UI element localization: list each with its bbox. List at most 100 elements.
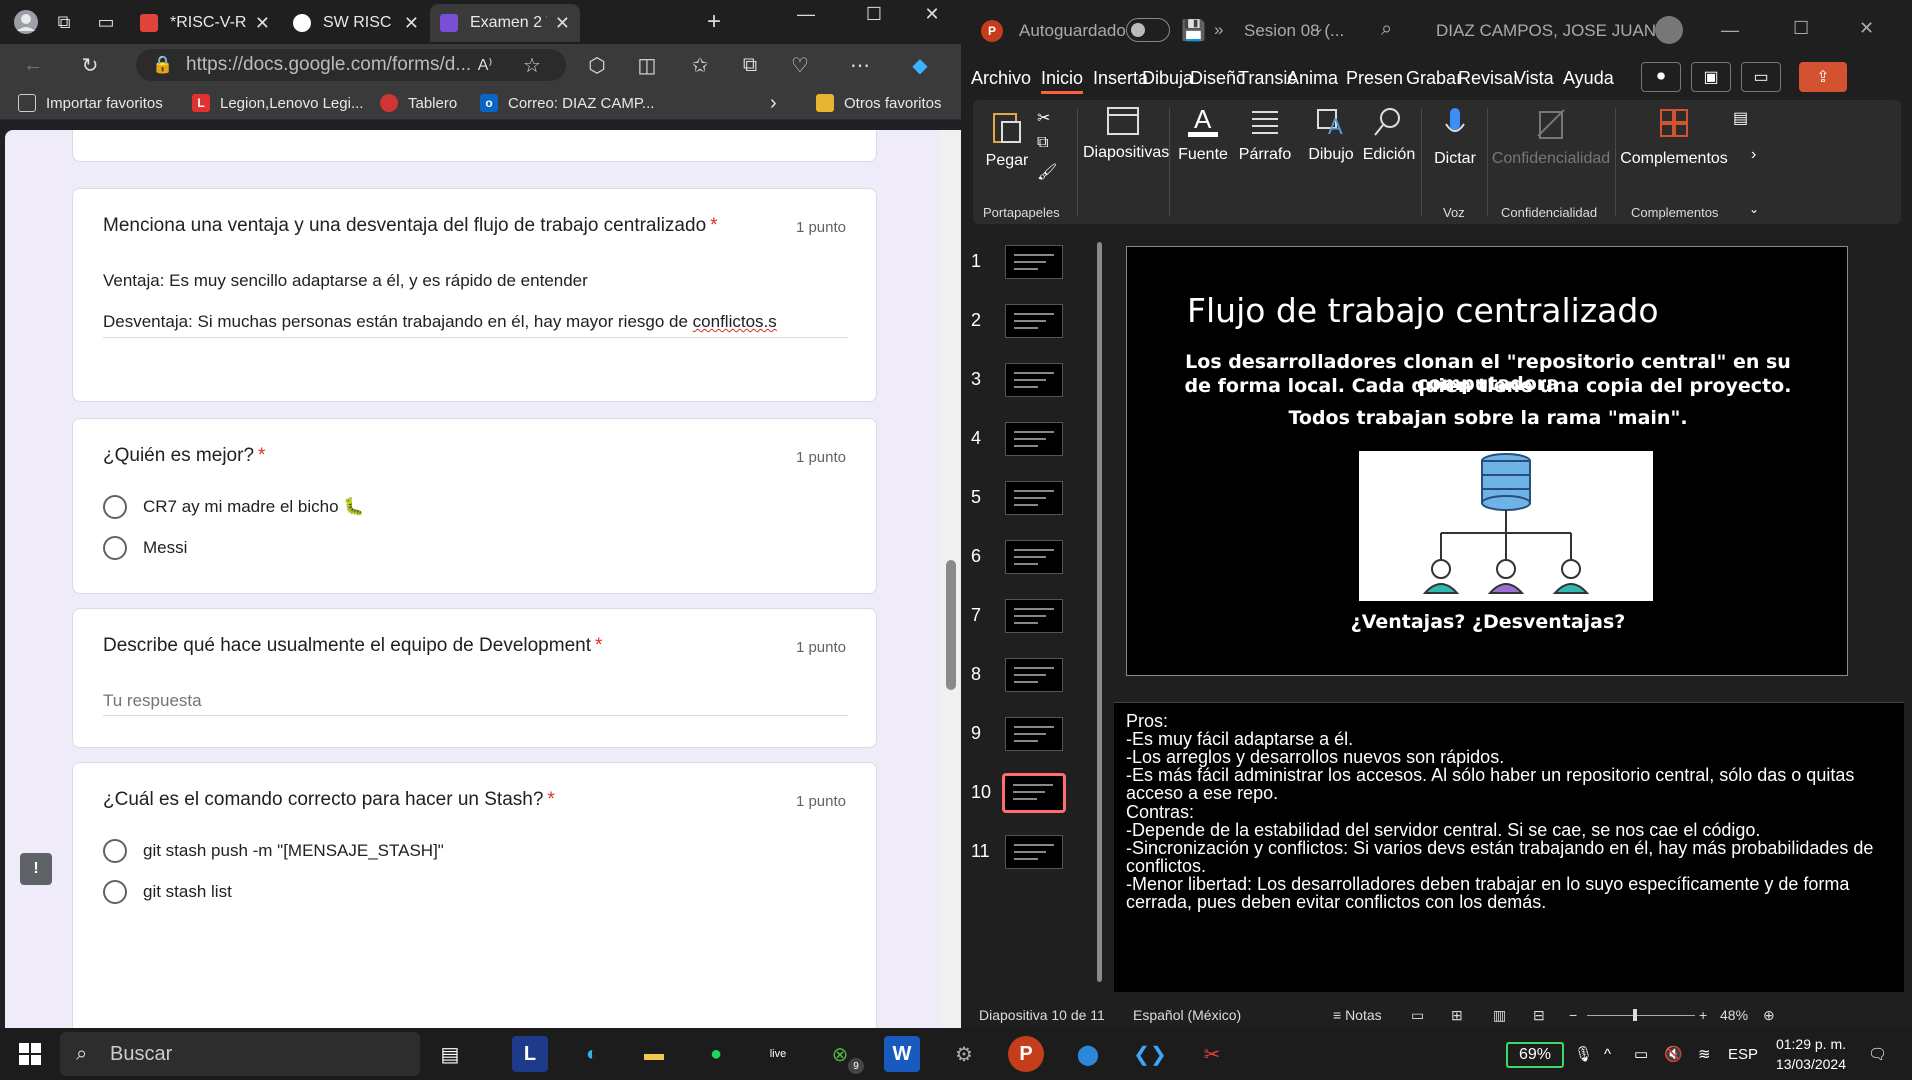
battery-tray-icon[interactable]: ▭	[1634, 1028, 1648, 1080]
split-screen-icon[interactable]: ◫	[632, 50, 662, 80]
bookmark-tablero[interactable]: Tablero	[380, 86, 457, 120]
maximize-icon[interactable]: ☐	[1793, 18, 1809, 39]
task-view-icon[interactable]: ▤	[432, 1036, 468, 1072]
slide-line-3[interactable]: Todos trabajan sobre la rama "main".	[1127, 407, 1849, 429]
close-icon[interactable]: ✕	[547, 13, 570, 34]
bookmark-legion[interactable]: L Legion,Lenovo Legi...	[192, 86, 363, 120]
ribbon-collapse-icon[interactable]: ⌄	[1749, 202, 1759, 216]
slide-thumbnail-image[interactable]	[1002, 773, 1066, 813]
slide-thumbnail-6[interactable]: 6	[961, 540, 1101, 580]
slide-title[interactable]: Flujo de trabajo centralizado	[1187, 291, 1659, 330]
tab-actions-icon[interactable]: ▭	[92, 8, 120, 36]
speaker-notes[interactable]: Pros: -Es muy fácil adaptarse a él. -Los a…	[1114, 702, 1904, 992]
teams-icon[interactable]: ▣	[1691, 62, 1731, 92]
slide-thumbnail-image[interactable]	[1005, 835, 1063, 869]
editing-button[interactable]: Edición	[1359, 106, 1419, 164]
slide-thumbnail-9[interactable]: 9	[961, 717, 1101, 757]
more-icon[interactable]: ⋯	[845, 50, 875, 80]
tab-animaciones[interactable]: Anima	[1287, 68, 1338, 89]
record-icon[interactable]: ⏺	[1641, 62, 1681, 92]
slide-thumbnail-image[interactable]	[1005, 245, 1063, 279]
profile-avatar-icon[interactable]	[12, 8, 40, 36]
volume-muted-icon[interactable]: 🔇	[1664, 1028, 1683, 1080]
tool-app-icon[interactable]: ⚙	[946, 1036, 982, 1072]
minimize-icon[interactable]: —	[1721, 20, 1739, 41]
lenovo-app-icon[interactable]: L	[512, 1036, 548, 1072]
cut-icon[interactable]: ✂	[1037, 108, 1050, 128]
radio-button[interactable]	[103, 536, 127, 560]
repository-diagram[interactable]	[1359, 451, 1653, 601]
zoom-slider[interactable]	[1587, 1009, 1695, 1021]
zoom-in-icon[interactable]: +	[1699, 1007, 1707, 1023]
radio-button[interactable]	[103, 495, 127, 519]
close-window-icon[interactable]: ✕	[904, 0, 960, 28]
slide-thumbnail-image[interactable]	[1005, 717, 1063, 751]
notes-button[interactable]: ≡ Notas	[1333, 1007, 1382, 1023]
slide-thumbnail-image[interactable]	[1005, 599, 1063, 633]
tab-grabar[interactable]: Grabaı	[1406, 68, 1461, 89]
zoom-level[interactable]: 48%	[1720, 1007, 1748, 1023]
slide-thumbnail-3[interactable]: 3	[961, 363, 1101, 403]
file-explorer-icon[interactable]: ▬	[636, 1036, 672, 1072]
chevron-right-icon[interactable]: ›	[1751, 146, 1756, 164]
language-indicator[interactable]: ESP	[1728, 1028, 1758, 1080]
workspaces-icon[interactable]: ⧉	[50, 8, 78, 36]
drawing-button[interactable]: A Dibujo	[1301, 106, 1361, 164]
slide-thumbnail-2[interactable]: 2	[961, 304, 1101, 344]
answer-input[interactable]: Tu respuesta	[103, 691, 202, 711]
slide-thumbnail-1[interactable]: 1	[961, 245, 1101, 285]
extensions-icon[interactable]: ⬡	[582, 50, 612, 80]
wifi-icon[interactable]: ≋	[1698, 1028, 1711, 1080]
addins-button[interactable]: Complementos	[1619, 106, 1729, 168]
live-app-icon[interactable]: live	[760, 1036, 796, 1072]
tab-insertar[interactable]: Inserta	[1093, 68, 1148, 89]
windows-start-icon[interactable]	[12, 1036, 48, 1072]
scrollbar-thumb[interactable]	[1097, 242, 1102, 982]
radio-button[interactable]	[103, 880, 127, 904]
chevron-down-icon[interactable]: ⌄	[1314, 21, 1324, 35]
designer-icon[interactable]: ▤	[1733, 108, 1748, 128]
health-icon[interactable]: ♡	[785, 50, 815, 80]
search-icon[interactable]: ⌕	[1381, 18, 1392, 41]
slide-thumbnail-image[interactable]	[1005, 363, 1063, 397]
slide-line-2[interactable]: de forma local. Cada quien tiene una cop…	[1127, 375, 1849, 397]
back-icon[interactable]: ←	[18, 50, 48, 80]
option-stash-list[interactable]: git stash list	[103, 880, 232, 904]
refresh-icon[interactable]: ↻	[75, 50, 105, 80]
paragraph-button[interactable]: Párrafo	[1235, 106, 1295, 164]
tab-presentacion[interactable]: Presen	[1346, 68, 1403, 89]
bookmark-otros[interactable]: Otros favoritos	[816, 86, 942, 120]
scrollbar-thumb[interactable]	[946, 560, 956, 690]
note-line[interactable]: -Sincronización y conflictos: Si varios …	[1126, 838, 1873, 859]
format-painter-icon[interactable]: 🖌	[1037, 162, 1057, 182]
report-problem-icon[interactable]: !	[20, 853, 52, 885]
tab-ayuda[interactable]: Ayuda	[1563, 68, 1614, 89]
thumbnails-scrollbar[interactable]	[1094, 230, 1104, 990]
slide-question[interactable]: ¿Ventajas? ¿Desventajas?	[1127, 611, 1849, 633]
maps-icon[interactable]: ⬤	[1070, 1036, 1106, 1072]
clock[interactable]: 01:29 p. m. 13/03/2024	[1770, 1028, 1846, 1080]
bookmark-import[interactable]: Importar favoritos	[18, 86, 163, 120]
copy-icon[interactable]: ⧉	[1037, 134, 1048, 152]
zoom-out-icon[interactable]: −	[1569, 1007, 1577, 1023]
collections-icon[interactable]: ⧉	[735, 50, 765, 80]
slides-button[interactable]: Diapositivas	[1083, 106, 1169, 162]
slide-thumbnail-image[interactable]	[1005, 658, 1063, 692]
close-icon[interactable]: ✕	[396, 13, 419, 34]
slide-thumbnail-image[interactable]	[1005, 481, 1063, 515]
comments-icon[interactable]: ▭	[1741, 62, 1781, 92]
option-cr7[interactable]: CR7 ay mi madre el bicho 🐛	[103, 495, 364, 519]
user-name[interactable]: DIAZ CAMPOS, JOSE JUAN	[1436, 21, 1656, 41]
url-field[interactable]: 🔒 https://docs.google.com/forms/d...	[136, 49, 566, 81]
close-window-icon[interactable]: ✕	[1859, 18, 1874, 39]
paste-button[interactable]: Pegar	[981, 108, 1033, 170]
reading-view-icon[interactable]: ▥	[1493, 1007, 1506, 1024]
tab-revisar[interactable]: Revisaı	[1458, 68, 1518, 89]
tab-examen-2[interactable]: Examen 2 Técr ✕	[430, 4, 580, 42]
answer-line-1[interactable]: Ventaja: Es muy sencillo adaptarse a él,…	[103, 271, 588, 291]
share-icon[interactable]: ⇪	[1799, 62, 1847, 92]
slide-thumbnail-7[interactable]: 7	[961, 599, 1101, 639]
minimize-icon[interactable]: —	[778, 0, 834, 28]
save-icon[interactable]: 💾	[1181, 18, 1206, 43]
slide-sorter-icon[interactable]: ⊞	[1451, 1007, 1463, 1024]
